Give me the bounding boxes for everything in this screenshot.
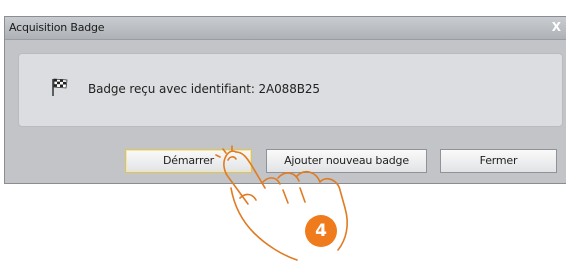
start-button[interactable]: Démarrer <box>125 149 252 173</box>
badge-received-message: Badge reçu avec identifiant: 2A088B25 <box>88 82 320 96</box>
close-button[interactable]: Fermer <box>440 149 557 173</box>
step-number-badge: 4 <box>305 215 337 247</box>
add-new-badge-button[interactable]: Ajouter nouveau badge <box>266 149 427 173</box>
close-icon[interactable]: X <box>552 20 561 34</box>
window-title: Acquisition Badge <box>9 21 105 34</box>
message-panel: Badge reçu avec identifiant: 2A088B25 <box>18 53 563 127</box>
acquisition-badge-dialog: Acquisition Badge X Badge reçu avec iden… <box>4 16 566 184</box>
checkered-flag-icon <box>52 78 68 96</box>
title-bar[interactable]: Acquisition Badge X <box>5 17 566 40</box>
